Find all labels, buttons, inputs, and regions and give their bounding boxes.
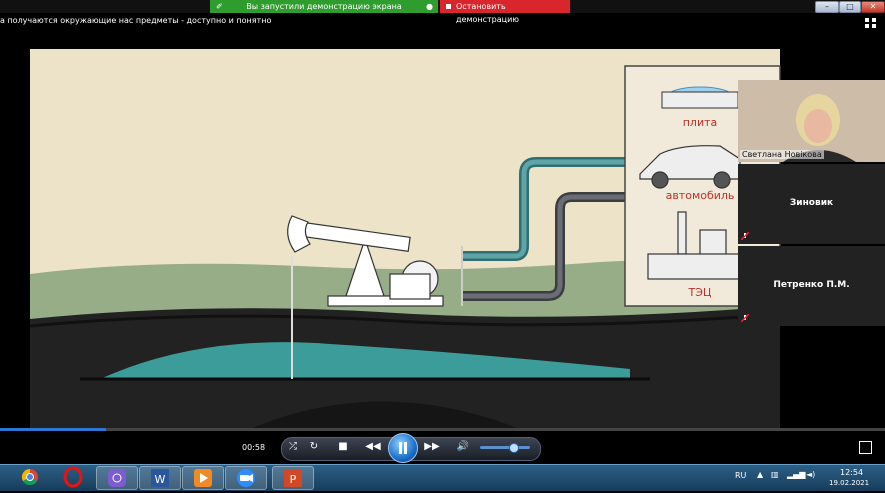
close-icon: ✕ [869,2,877,11]
maximize-button[interactable]: □ [839,1,861,13]
stop-icon[interactable]: ■ [336,439,350,455]
close-button[interactable]: ✕ [861,1,885,13]
svg-text:P: P [290,473,297,486]
stop-icon [446,4,451,9]
language-indicator[interactable]: RU [735,471,746,480]
pause-button[interactable] [388,433,418,463]
zoom-icon[interactable] [225,466,267,490]
volume-icon[interactable]: 🔊 [455,439,471,455]
stove-label: плита [683,116,718,129]
maximize-icon: □ [846,2,854,11]
participant-name: Светлана Новікова [740,150,824,159]
gallery-view-icon[interactable] [864,17,877,29]
share-status-text: Вы запустили демонстрацию экрана [246,2,402,11]
shuffle-icon[interactable]: ⤮ [286,439,300,455]
volume-slider-knob[interactable] [508,443,519,453]
elapsed-time: 00:58 [242,443,266,452]
car-label: автомобиль [666,189,735,202]
mic-muted-icon [741,314,749,322]
participant-tile[interactable]: Зиновик [738,164,885,244]
participant-name: Зиновик [789,198,834,208]
clock-time[interactable]: 12:54 [840,468,863,477]
shield-icon: ● [426,2,433,11]
fullscreen-icon[interactable] [859,441,872,454]
repeat-icon[interactable]: ↻ [307,439,321,455]
pencil-icon: ✐ [216,2,223,11]
word-icon[interactable]: W [139,466,181,490]
media-player-icon[interactable] [182,466,224,490]
stop-share-button[interactable]: Остановить демонстрацию [440,0,570,24]
fast-forward-icon[interactable]: ▶▶ [421,439,443,455]
minimize-icon: – [825,2,829,11]
minimize-button[interactable]: – [815,1,839,13]
clock-date[interactable]: 19.02.2021 [829,479,869,487]
share-status-banner: ✐ Вы запустили демонстрацию экрана ● [210,0,438,13]
chrome-icon[interactable] [10,466,50,488]
viber-icon[interactable] [96,466,138,490]
opera-icon[interactable] [53,466,93,488]
mic-muted-icon [741,232,749,240]
svg-text:W: W [155,473,166,486]
powerpoint-icon[interactable]: P [272,466,314,490]
participant-tile[interactable]: Петренко П.М. [738,246,885,326]
volume-slider[interactable] [480,446,530,449]
network-icon[interactable]: ▥ [771,470,779,479]
speaker-icon[interactable]: ◄) [806,470,815,479]
stop-share-label: Остановить демонстрацию [456,2,520,24]
page-title: а получаются окружающие нас предметы - д… [0,16,272,25]
signal-icon[interactable]: ▂▄▆ [787,470,805,479]
participant-name: Петренко П.М. [773,280,850,290]
rewind-icon[interactable]: ◀◀ [362,439,384,455]
power-plant-label: ТЭЦ [688,286,712,299]
tray-expand-icon[interactable]: ▲ [757,470,763,479]
participant-tile-video[interactable]: Светлана Новікова [738,80,885,162]
